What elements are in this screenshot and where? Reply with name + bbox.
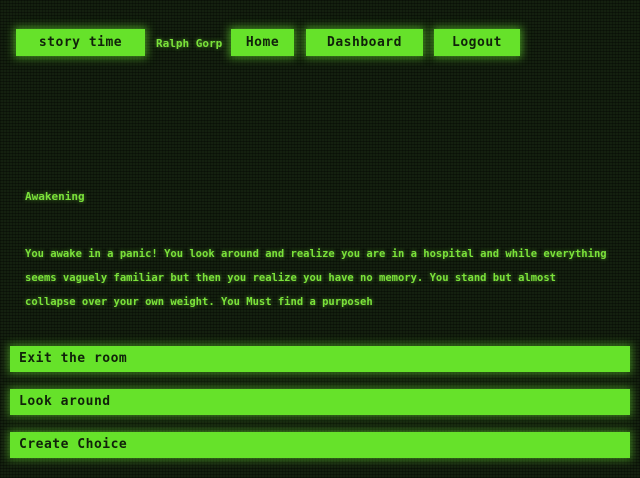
choice-look-around-button[interactable]: Look around <box>10 389 630 415</box>
story-text: You awake in a panic! You look around an… <box>25 248 607 308</box>
home-button[interactable]: Home <box>231 29 294 56</box>
choice-exit-the-room-button[interactable]: Exit the room <box>10 346 630 372</box>
create-choice-button[interactable]: Create Choice <box>10 432 630 458</box>
dashboard-button[interactable]: Dashboard <box>306 29 423 56</box>
story-time-button[interactable]: story time <box>16 29 145 56</box>
user-name-label: Ralph Gorp <box>156 37 223 50</box>
top-nav: story time Ralph Gorp Home Dashboard Log… <box>16 29 630 56</box>
story-title: Awakening <box>25 190 85 203</box>
logout-button[interactable]: Logout <box>434 29 520 56</box>
